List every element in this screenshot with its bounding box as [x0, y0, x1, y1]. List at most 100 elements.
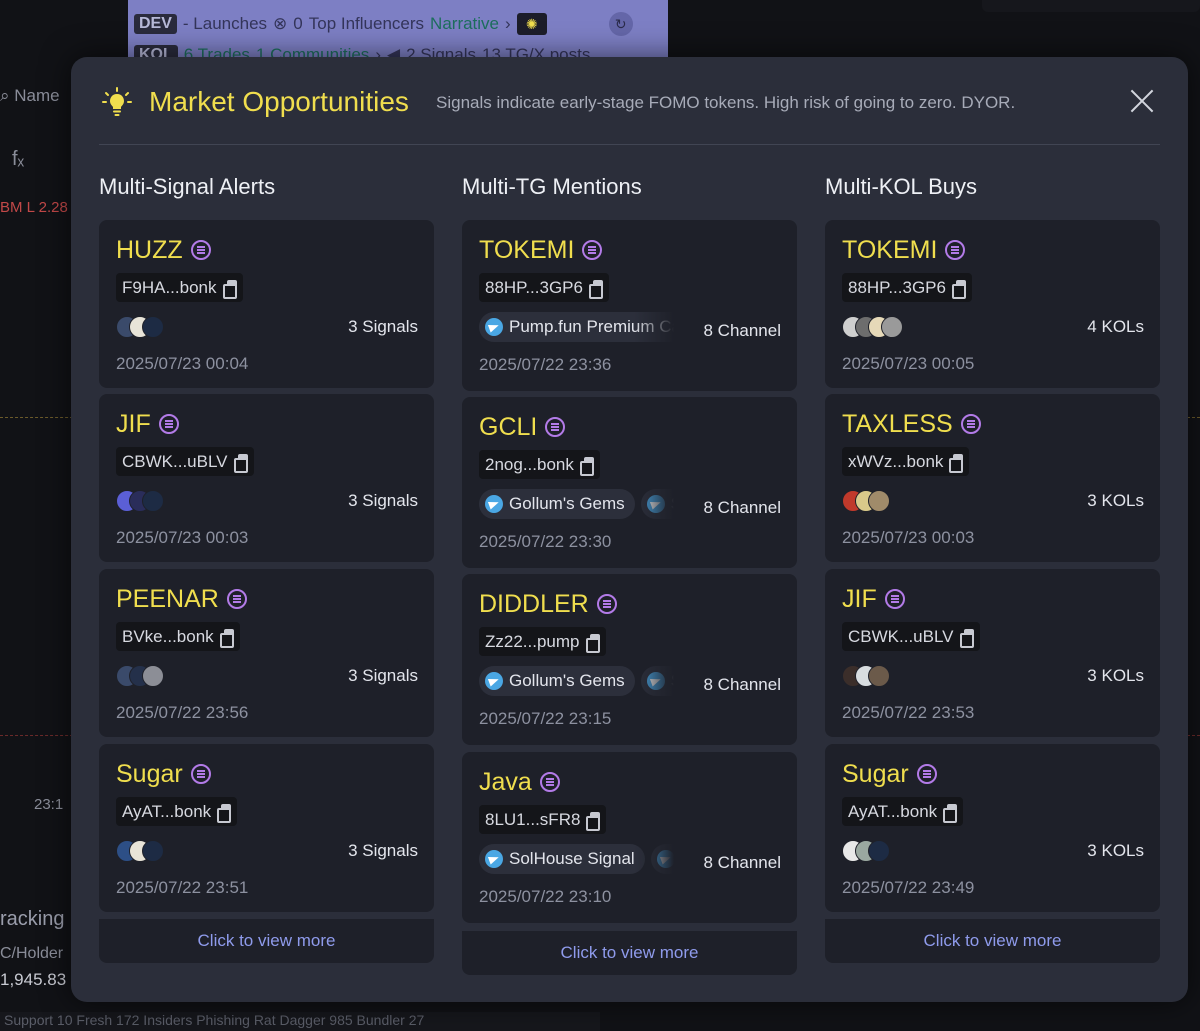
address-text: 8LU1...sFR8: [485, 809, 581, 829]
list-icon[interactable]: [226, 589, 247, 609]
coin-row: TAXLESS: [842, 408, 981, 440]
list-icon[interactable]: [158, 414, 179, 434]
channel-chip[interactable]: [650, 844, 674, 874]
opportunities-button[interactable]: ✺: [516, 13, 547, 35]
token-card[interactable]: JIF CBWK...uBLV 3 KOLs 2025/07/22 23:53: [825, 569, 1160, 737]
telegram-icon: [656, 850, 674, 868]
view-more-link[interactable]: Click to view more: [462, 931, 797, 975]
contract-address[interactable]: 8LU1...sFR8: [479, 805, 607, 834]
token-name[interactable]: TOKEMI: [842, 234, 937, 266]
copy-icon[interactable]: [217, 804, 232, 823]
channel-chip[interactable]: Gollum's Gems: [479, 489, 635, 519]
avatar-group: [842, 665, 922, 687]
token-name[interactable]: HUZZ: [116, 234, 183, 266]
copy-icon[interactable]: [233, 454, 248, 473]
token-name[interactable]: Java: [479, 766, 532, 798]
close-button[interactable]: [1130, 89, 1154, 113]
chart-time-tick: 23:1: [34, 796, 64, 813]
contract-address[interactable]: 2nog...bonk: [479, 450, 600, 479]
copy-icon[interactable]: [586, 812, 601, 831]
telegram-icon: [485, 318, 503, 336]
token-name[interactable]: JIF: [842, 583, 877, 615]
contract-address[interactable]: CBWK...uBLV: [116, 447, 254, 476]
list-icon[interactable]: [916, 764, 937, 784]
column-title: Multi-KOL Buys: [825, 174, 978, 199]
refresh-icon[interactable]: ↻: [608, 12, 633, 36]
coin-row: PEENAR: [116, 583, 247, 615]
copy-icon[interactable]: [951, 280, 966, 299]
coin-row: DIDDLER: [479, 588, 617, 620]
contract-address[interactable]: xWVz...bonk: [842, 447, 970, 476]
contract-address[interactable]: Zz22...pump: [479, 627, 606, 656]
token-name[interactable]: Sugar: [116, 758, 183, 790]
view-more-link[interactable]: Click to view more: [825, 919, 1160, 963]
copy-icon[interactable]: [222, 280, 237, 299]
name-search[interactable]: ⌕ Name: [0, 86, 60, 106]
avatar-group: [116, 316, 196, 338]
bottom-tabs[interactable]: Support 10 Fresh 172 Insiders Phishing R…: [0, 1012, 600, 1031]
copy-icon[interactable]: [219, 629, 234, 648]
token-card[interactable]: JIF CBWK...uBLV 3 Signals 2025/07/23 00:03: [99, 394, 434, 562]
token-card[interactable]: Java 8LU1...sFR8 SolHouse Signal 8 Channel 2…: [462, 752, 797, 923]
token-card[interactable]: Sugar AyAT...bonk 3 Signals 2025/07/22 23:5…: [99, 744, 434, 912]
telegram-icon: [646, 672, 665, 690]
contract-address[interactable]: AyAT...bonk: [842, 797, 964, 826]
list-icon[interactable]: [960, 414, 981, 434]
copy-icon[interactable]: [943, 804, 958, 823]
narrative-link[interactable]: Narrative: [430, 14, 499, 34]
list-icon[interactable]: [539, 772, 560, 792]
token-card[interactable]: Sugar AyAT...bonk 3 KOLs 2025/07/22 23:49: [825, 744, 1160, 912]
kol-count: 4 KOLs: [1087, 317, 1144, 336]
copy-icon[interactable]: [579, 457, 594, 476]
address-text: 88HP...3GP6: [848, 277, 946, 297]
address-text: 88HP...3GP6: [485, 277, 583, 297]
list-icon[interactable]: [190, 240, 211, 260]
contract-address[interactable]: CBWK...uBLV: [842, 622, 980, 651]
token-card[interactable]: HUZZ F9HA...bonk 3 Signals 2025/07/23 00:04: [99, 220, 434, 388]
list-icon[interactable]: [945, 240, 966, 260]
function-icon[interactable]: fₓ: [12, 148, 24, 171]
timestamp: 2025/07/22 23:15: [479, 709, 612, 728]
channel-chip[interactable]: Gollum's Gems: [479, 666, 635, 696]
view-more-link[interactable]: Click to view more: [99, 919, 434, 963]
copy-icon[interactable]: [959, 629, 974, 648]
token-card[interactable]: PEENAR BVke...bonk 3 Signals 2025/07/22 23:…: [99, 569, 434, 737]
contract-address[interactable]: 88HP...3GP6: [842, 273, 972, 302]
column-multi-tg-mentions: Multi-TG Mentions TOKEMI 88HP...3GP6 Pump.f…: [462, 175, 797, 975]
token-card[interactable]: GCLI 2nog...bonk Gollum's Gems Sol 8 Channel…: [462, 397, 797, 568]
kol-count: 3 KOLs: [1087, 491, 1144, 510]
token-name[interactable]: TAXLESS: [842, 408, 953, 440]
list-icon[interactable]: [545, 417, 566, 437]
avatar: [868, 840, 890, 862]
channel-chip[interactable]: SolHouse Signal: [479, 844, 645, 874]
token-name[interactable]: DIDDLER: [479, 588, 589, 620]
list-icon[interactable]: [190, 764, 211, 784]
token-card[interactable]: DIDDLER Zz22...pump Gollum's Gems Sol 8 Chan…: [462, 574, 797, 745]
dev-row: DEV - Launches ⊗ 0 Top Influencers Narra…: [134, 12, 633, 36]
token-name[interactable]: TOKEMI: [479, 234, 574, 266]
token-name[interactable]: Sugar: [842, 758, 909, 790]
contract-address[interactable]: 88HP...3GP6: [479, 273, 609, 302]
channel-chip[interactable]: Pump.fun Premium Calls: [479, 312, 674, 342]
token-name[interactable]: PEENAR: [116, 583, 219, 615]
channel-chip[interactable]: Sol: [640, 666, 674, 696]
token-name[interactable]: GCLI: [479, 411, 537, 443]
launches-text: - Launches: [182, 14, 268, 33]
token-name[interactable]: JIF: [116, 408, 151, 440]
copy-icon[interactable]: [949, 454, 964, 473]
list-icon[interactable]: [884, 589, 905, 609]
list-icon[interactable]: [582, 240, 603, 260]
token-card[interactable]: TAXLESS xWVz...bonk 3 KOLs 2025/07/23 00:03: [825, 394, 1160, 562]
copy-icon[interactable]: [585, 634, 600, 653]
channel-count: 8 Channel: [703, 853, 781, 872]
contract-address[interactable]: BVke...bonk: [116, 622, 240, 651]
copy-icon[interactable]: [588, 280, 603, 299]
coin-row: JIF: [116, 408, 179, 440]
token-card[interactable]: TOKEMI 88HP...3GP6 Pump.fun Premium Calls 8…: [462, 220, 797, 391]
channel-chip[interactable]: Sol: [640, 489, 674, 519]
timestamp: 2025/07/22 23:53: [842, 703, 975, 722]
contract-address[interactable]: F9HA...bonk: [116, 273, 243, 302]
contract-address[interactable]: AyAT...bonk: [116, 797, 238, 826]
list-icon[interactable]: [596, 594, 617, 614]
token-card[interactable]: TOKEMI 88HP...3GP6 4 KOLs 2025/07/23 00:05: [825, 220, 1160, 388]
